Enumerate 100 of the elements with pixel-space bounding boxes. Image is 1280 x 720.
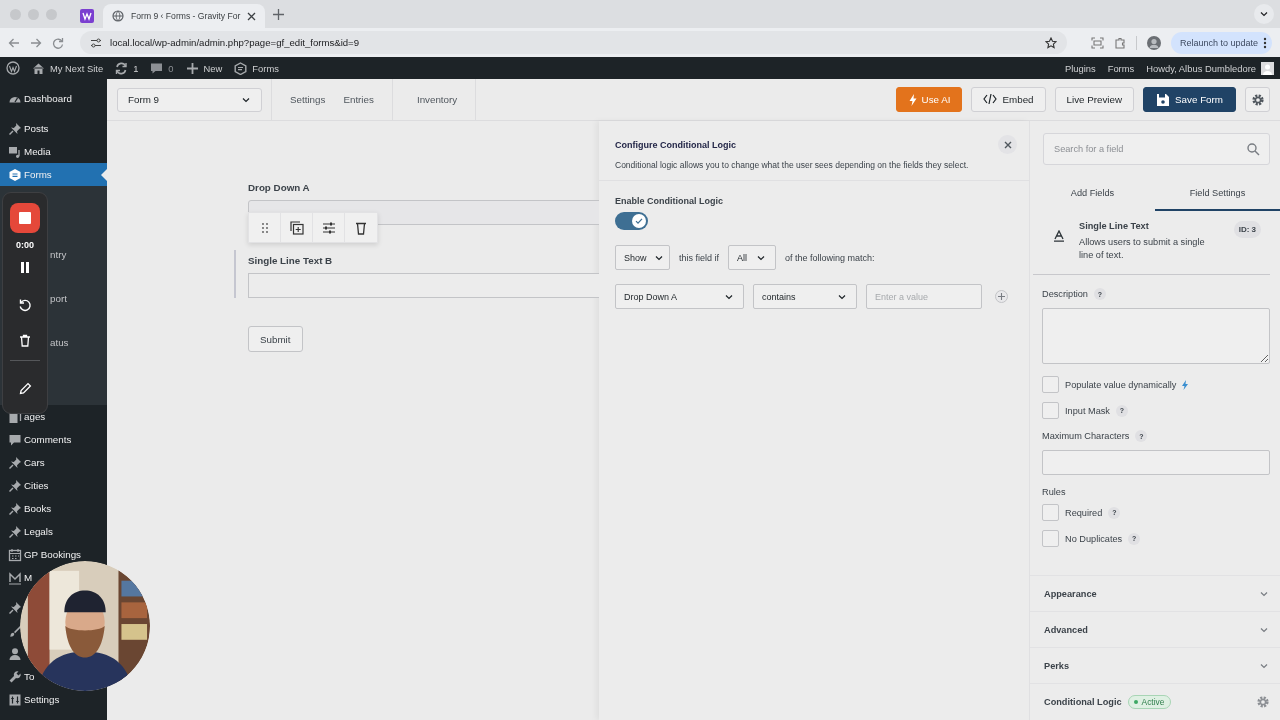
bolt-icon: [907, 93, 917, 106]
menu-item[interactable]: Books: [0, 497, 107, 520]
star-icon[interactable]: [1044, 36, 1057, 49]
toolbar-link[interactable]: 1: [115, 61, 139, 75]
home-icon: [32, 61, 45, 75]
menu-item[interactable]: Media: [0, 140, 107, 163]
profile-avatar-icon[interactable]: [1146, 35, 1161, 50]
checkbox-label: Populate value dynamically: [1065, 379, 1177, 390]
plus-icon[interactable]: [273, 8, 285, 20]
stop-recording-button[interactable]: [10, 203, 40, 233]
setting-label: Description: [1042, 289, 1088, 299]
toolbar-link[interactable]: My Next Site: [32, 61, 104, 75]
checkbox-label: Required: [1065, 507, 1103, 518]
reload-icon[interactable]: [52, 36, 64, 49]
menu-item[interactable]: Dashboard: [0, 87, 107, 110]
menu-item[interactable]: M: [0, 566, 35, 589]
menu-item[interactable]: Settings: [0, 688, 107, 711]
code-icon: [983, 92, 998, 107]
save-button[interactable]: Save Form: [1143, 87, 1236, 112]
submenu-item[interactable]: port: [0, 292, 107, 306]
wrench-icon: [8, 669, 22, 684]
embed-button[interactable]: Embed: [971, 87, 1046, 112]
pushpin-icon: [8, 600, 22, 615]
wordpress-logo-icon[interactable]: [6, 61, 20, 75]
nav-link[interactable]: Entries: [343, 94, 374, 105]
match-select[interactable]: All: [728, 245, 777, 270]
nav-link[interactable]: Settings: [290, 94, 326, 105]
max-characters-field[interactable]: [1042, 450, 1270, 475]
menu-item[interactable]: To: [0, 665, 37, 688]
restart-icon: [18, 298, 32, 312]
description-field[interactable]: [1042, 308, 1270, 364]
operator-select[interactable]: contains: [753, 284, 857, 309]
draw-button[interactable]: [18, 382, 32, 395]
menu-item[interactable]: Cities: [0, 474, 107, 497]
status-badge: Active: [1127, 694, 1172, 709]
setting-label: Maximum Characters: [1042, 431, 1130, 441]
recording-timer: 0:00: [16, 240, 34, 250]
toolbar-link[interactable]: Forms: [1107, 62, 1135, 74]
field-select[interactable]: Drop Down A: [615, 284, 744, 309]
settings-button[interactable]: [1245, 87, 1270, 112]
address-bar[interactable]: local.local/wp-admin/admin.php?page=gf_edit_forms&id=9: [80, 31, 1067, 54]
menu-item[interactable]: Posts: [0, 117, 107, 140]
preview-button[interactable]: Live Preview: [1054, 87, 1135, 112]
nav-link[interactable]: Inventory: [416, 94, 458, 105]
avatar-icon: [1261, 61, 1274, 75]
menu-item[interactable]: Forms: [0, 163, 107, 186]
panel-tab[interactable]: Add Fields: [1030, 176, 1155, 211]
browser-tab[interactable]: Form 9 ‹ Forms - Gravity For: [103, 4, 266, 28]
toolbar-link[interactable]: Forms: [234, 61, 279, 75]
relaunch-button[interactable]: Relaunch to update: [1170, 31, 1272, 54]
delete-button[interactable]: [19, 334, 31, 347]
add-rule-button[interactable]: [995, 290, 1008, 303]
check-icon: [635, 217, 643, 225]
toggle-switch[interactable]: [615, 212, 648, 230]
field-id-badge: ID: 3: [1233, 221, 1261, 238]
site-info-icon[interactable]: [90, 36, 102, 49]
close-button[interactable]: [998, 135, 1017, 154]
checkbox-label: Input Mask: [1065, 405, 1110, 416]
pause-button[interactable]: [20, 262, 30, 273]
forms-icon: [8, 167, 22, 182]
submenu-item[interactable]: ntry: [0, 248, 107, 262]
sliders-icon: [321, 221, 336, 234]
stop-icon: [19, 212, 31, 224]
forms-icon: [234, 61, 248, 75]
user-icon: [8, 646, 22, 661]
checkbox[interactable]: [1042, 402, 1059, 419]
back-icon[interactable]: [8, 36, 20, 49]
form-select[interactable]: Form 9: [117, 87, 262, 112]
bolt-icon: [1182, 379, 1189, 390]
text-input[interactable]: [248, 273, 599, 298]
checkbox[interactable]: [1042, 376, 1059, 393]
screen-capture-icon[interactable]: [1090, 36, 1104, 49]
action-select[interactable]: Show: [615, 245, 670, 270]
value-input[interactable]: Enter a value: [866, 284, 982, 309]
menu-item[interactable]: Cars: [0, 451, 107, 474]
menu-item[interactable]: Legals: [0, 520, 107, 543]
restart-button[interactable]: [18, 298, 32, 312]
globe-icon: [112, 10, 124, 22]
forward-icon[interactable]: [30, 36, 42, 49]
favicon-icon: [80, 9, 94, 23]
menu-item[interactable]: Comments: [0, 428, 107, 451]
toolbar-link[interactable]: 0: [150, 61, 174, 75]
extension-icon[interactable]: [1113, 36, 1126, 49]
settings-icon: [1250, 92, 1265, 107]
account-link[interactable]: Howdy, Albus Dumbledore: [1146, 61, 1274, 75]
close-icon[interactable]: [247, 11, 257, 21]
toolbar-link[interactable]: Plugins: [1064, 62, 1096, 74]
tab-list-button[interactable]: [1254, 4, 1274, 24]
menu-item[interactable]: GP Bookings: [0, 543, 107, 566]
trash-icon: [19, 334, 31, 347]
checkbox[interactable]: [1042, 530, 1059, 547]
settings-icon[interactable]: [1256, 694, 1270, 709]
submit-button[interactable]: Submit: [248, 326, 303, 352]
checkbox[interactable]: [1042, 504, 1059, 521]
search-field[interactable]: Search for a field: [1043, 133, 1270, 165]
toolbar-link[interactable]: New: [185, 61, 223, 75]
plus-icon: [998, 293, 1005, 300]
panel-tab[interactable]: Field Settings: [1155, 176, 1280, 211]
media-icon: [8, 144, 22, 159]
submenu-item[interactable]: atus: [0, 336, 107, 350]
